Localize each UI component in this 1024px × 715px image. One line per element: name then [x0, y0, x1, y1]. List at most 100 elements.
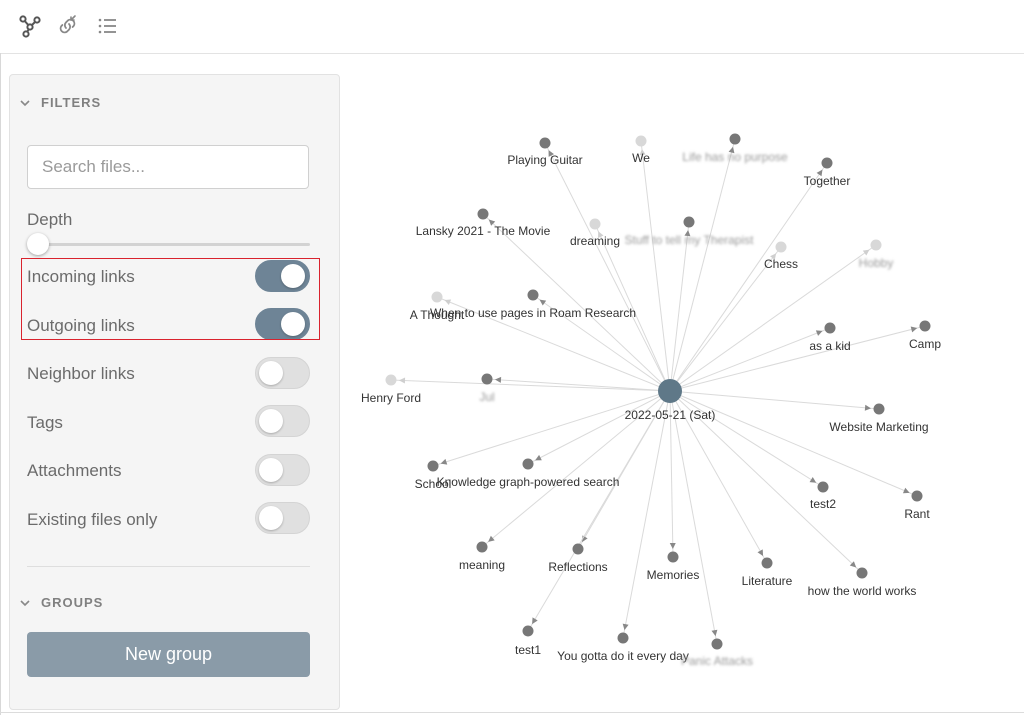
graph-node[interactable] [821, 157, 833, 169]
existing-files-only-label: Existing files only [27, 510, 158, 529]
graph-view-icon[interactable] [18, 14, 42, 38]
graph-node-label: test2 [810, 497, 836, 511]
graph-node-label: Lansky 2021 - The Movie [416, 224, 551, 238]
graph-node-label: Website Marketing [829, 420, 928, 434]
graph-node[interactable] [761, 557, 773, 569]
graph-node[interactable] [824, 322, 836, 334]
graph-node[interactable] [589, 218, 601, 230]
graph-node[interactable] [729, 133, 741, 145]
edge-arrow [864, 404, 872, 411]
graph-node-label: Literature [742, 574, 793, 588]
list-view-icon[interactable] [96, 14, 120, 38]
tags-toggle[interactable] [255, 405, 310, 437]
edge-arrow [669, 542, 676, 550]
graph-node-label: as a kid [809, 339, 850, 353]
graph-edge [544, 142, 671, 392]
graph-node[interactable] [385, 374, 397, 386]
linked-files-icon[interactable] [56, 14, 80, 38]
graph-node[interactable] [919, 320, 931, 332]
existing-files-only-toggle[interactable] [255, 502, 310, 534]
toggle-knob [259, 409, 283, 433]
chevron-down-icon [20, 99, 30, 106]
edge-arrow [622, 623, 629, 631]
graph-node[interactable] [711, 638, 723, 650]
graph-node[interactable] [635, 135, 647, 147]
tags-label: Tags [27, 413, 63, 432]
new-group-button[interactable]: New group [27, 632, 310, 677]
graph-settings-panel: FILTERS Depth Incoming links Outgoing li… [9, 74, 340, 710]
graph-node[interactable] [481, 373, 493, 385]
graph-edge [432, 390, 671, 467]
center-node[interactable] [658, 379, 682, 403]
graph-node[interactable] [617, 632, 629, 644]
graph-node[interactable] [427, 460, 439, 472]
graph-node[interactable] [539, 137, 551, 149]
graph-node-label: Camp [909, 337, 941, 351]
outgoing-links-label: Outgoing links [27, 316, 135, 335]
graph-node-label: Stuff to tell my Therapist [625, 233, 755, 247]
search-input[interactable] [27, 145, 309, 189]
graph-edge [622, 390, 671, 639]
graph-node[interactable] [522, 458, 534, 470]
attachments-toggle[interactable] [255, 454, 310, 486]
groups-header[interactable]: GROUPS [10, 595, 103, 610]
edge-arrow [539, 299, 547, 306]
graph-edge [669, 390, 880, 410]
graph-node[interactable] [856, 567, 868, 579]
graph-node[interactable] [775, 241, 787, 253]
graph-node-label: Memories [647, 568, 700, 582]
graph-node-label: Reflections [548, 560, 607, 574]
edge-arrow [862, 249, 870, 256]
toggle-knob [259, 458, 283, 482]
graph-node-label: Jul [479, 390, 494, 404]
depth-slider-track[interactable] [38, 243, 310, 246]
filters-header[interactable]: FILTERS [10, 95, 101, 110]
graph-node-label: how the world works [808, 584, 917, 598]
graph-node-label: dreaming [570, 234, 620, 248]
toggle-knob [281, 312, 305, 336]
graph-node[interactable] [683, 216, 695, 228]
graph-node[interactable] [527, 289, 539, 301]
graph-node-label: Knowledge graph-powered search [437, 475, 620, 489]
graph-node[interactable] [476, 541, 488, 553]
edge-arrow [398, 377, 406, 384]
graph-node-label: Together [804, 174, 851, 188]
window-edge [0, 53, 1, 715]
graph-canvas[interactable]: Playing Guitar We Life has no purpose Toget… [342, 54, 1024, 712]
graph-node[interactable] [873, 403, 885, 415]
toggle-knob [281, 264, 305, 288]
graph-node[interactable] [572, 543, 584, 555]
window-bottom-edge [0, 712, 1024, 713]
incoming-links-toggle[interactable] [255, 260, 310, 292]
edge-arrow [494, 376, 502, 383]
toggle-knob [259, 361, 283, 385]
graph-node-label: We [632, 151, 650, 165]
graph-edge [669, 221, 690, 392]
graph-node[interactable] [431, 291, 443, 303]
graph-node[interactable] [667, 551, 679, 563]
graph-node-label: Panic Attacks [681, 654, 753, 668]
graph-node[interactable] [870, 239, 882, 251]
graph-node[interactable] [522, 625, 534, 637]
depth-slider-thumb[interactable] [27, 233, 49, 255]
filters-title: FILTERS [41, 95, 102, 110]
graph-node-label: Rant [904, 507, 930, 521]
chevron-down-icon [20, 599, 30, 606]
incoming-links-label: Incoming links [27, 267, 135, 286]
graph-edge [640, 140, 671, 392]
toggle-knob [259, 506, 283, 530]
graph-node-label: meaning [459, 558, 505, 572]
neighbor-links-toggle[interactable] [255, 357, 310, 389]
graph-node[interactable] [911, 490, 923, 502]
graph-node[interactable] [477, 208, 489, 220]
graph-node-label: Hobby [859, 256, 894, 270]
graph-node-label: Playing Guitar [507, 153, 582, 167]
outgoing-links-toggle[interactable] [255, 308, 310, 340]
graph-node-label: You gotta do it every day [557, 649, 689, 663]
graph-node-label: Henry Ford [361, 391, 421, 405]
neighbor-links-label: Neighbor links [27, 364, 135, 383]
groups-title: GROUPS [41, 595, 104, 610]
attachments-label: Attachments [27, 461, 122, 480]
graph-node[interactable] [817, 481, 829, 493]
graph-edge [669, 138, 736, 392]
